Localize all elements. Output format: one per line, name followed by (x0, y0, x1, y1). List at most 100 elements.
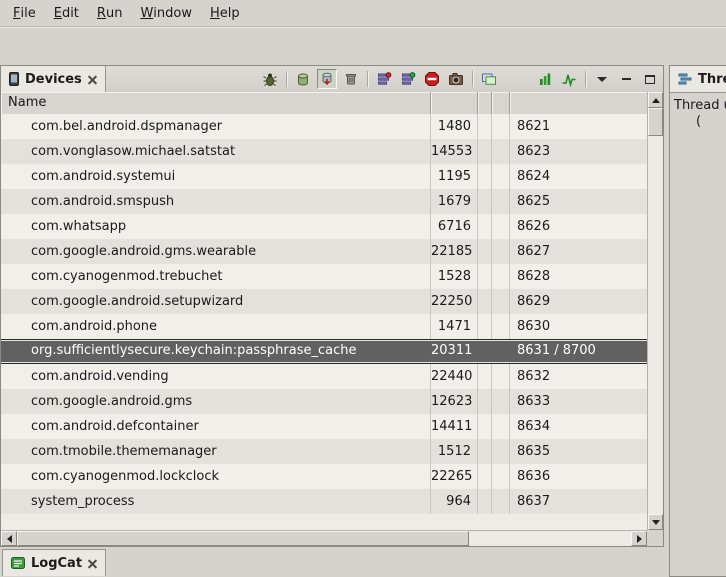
process-status-col2 (492, 414, 510, 439)
process-status-col2 (492, 364, 510, 389)
menu-run[interactable]: Run (88, 0, 132, 26)
process-row[interactable]: org.sufficientlysecure.keychain:passphra… (1, 339, 647, 364)
process-status-col1 (478, 139, 492, 164)
process-row[interactable]: com.cyanogenmod.lockclock 22265 8636 (1, 464, 647, 489)
tab-logcat[interactable]: LogCat (2, 549, 106, 576)
process-port: 8628 (510, 264, 647, 289)
view-menu-icon[interactable] (592, 69, 612, 89)
threads-message: Thread up ( (670, 93, 726, 135)
process-status-col2 (492, 389, 510, 414)
process-port: 8629 (510, 289, 647, 314)
process-row[interactable]: com.android.defcontainer 14411 8634 (1, 414, 647, 439)
process-name: com.android.systemui (1, 164, 431, 189)
column-header-pid[interactable] (431, 92, 478, 114)
dump-hprof-icon[interactable] (317, 69, 337, 89)
process-row[interactable]: com.google.android.gms.wearable 22185 86… (1, 239, 647, 264)
menu-file-mnemonic: F (13, 6, 20, 21)
process-row[interactable]: com.cyanogenmod.trebuchet 1528 8628 (1, 264, 647, 289)
vertical-scroll-thumb[interactable] (648, 108, 663, 136)
process-row[interactable]: com.whatsapp 6716 8626 (1, 214, 647, 239)
stop-process-icon[interactable] (422, 69, 442, 89)
process-status-col1 (478, 464, 492, 489)
process-status-col2 (492, 489, 510, 514)
process-row[interactable]: com.google.android.gms 12623 8633 (1, 389, 647, 414)
close-icon[interactable] (88, 559, 97, 568)
process-row[interactable]: com.bel.android.dspmanager 1480 8621 (1, 114, 647, 139)
threads-tab-bar: Threads (670, 66, 726, 93)
screen-capture-icon[interactable] (446, 69, 466, 89)
maximize-icon[interactable] (640, 69, 660, 89)
process-port: 8624 (510, 164, 647, 189)
threads-message-line2: ( (696, 114, 722, 130)
debug-process-icon[interactable] (260, 69, 280, 89)
scroll-left-icon[interactable] (1, 531, 17, 546)
process-status-col2 (492, 189, 510, 214)
devices-panel: Devices (0, 65, 664, 547)
update-heap-icon[interactable] (293, 69, 313, 89)
column-header-status1[interactable] (478, 92, 492, 114)
scroll-right-icon[interactable] (631, 531, 647, 546)
column-header-status2[interactable] (492, 92, 510, 114)
menu-run-rest: un (106, 6, 122, 21)
menu-window[interactable]: Window (131, 0, 201, 26)
cause-gc-icon[interactable] (341, 69, 361, 89)
menu-file[interactable]: File (4, 0, 45, 26)
process-row[interactable]: system_process 964 8637 (1, 489, 647, 514)
process-row[interactable]: com.android.smspush 1679 8625 (1, 189, 647, 214)
process-port: 8637 (510, 489, 647, 514)
vertical-scrollbar[interactable] (647, 92, 663, 530)
menu-edit-mnemonic: E (54, 6, 62, 21)
process-pid: 1679 (431, 189, 478, 214)
process-name: com.android.smspush (1, 189, 431, 214)
process-port: 8623 (510, 139, 647, 164)
process-row[interactable]: com.vonglasow.michael.satstat 14553 8623 (1, 139, 647, 164)
method-profiling-icon[interactable] (398, 69, 418, 89)
minimize-icon[interactable] (616, 69, 636, 89)
menu-edit[interactable]: Edit (45, 0, 88, 26)
process-row[interactable]: com.tmobile.thememanager 1512 8635 (1, 439, 647, 464)
close-icon[interactable] (88, 75, 97, 84)
image-viewer-icon[interactable] (479, 69, 499, 89)
menu-help-rest: elp (220, 6, 240, 21)
column-header-name[interactable]: Name (1, 92, 431, 114)
process-pid: 22185 (431, 239, 478, 264)
process-name: com.tmobile.thememanager (1, 439, 431, 464)
toolbar-separator (472, 71, 473, 87)
process-pid: 14553 (431, 139, 478, 164)
left-column: Devices (0, 65, 664, 577)
column-header-port[interactable] (510, 92, 647, 114)
horizontal-scroll-thumb[interactable] (17, 531, 469, 546)
process-pid: 1195 (431, 164, 478, 189)
tab-threads-label: Threads (698, 72, 726, 87)
process-status-col2 (492, 314, 510, 339)
process-row[interactable]: com.google.android.setupwizard 22250 862… (1, 289, 647, 314)
horizontal-scrollbar[interactable] (1, 530, 647, 546)
process-status-col2 (492, 139, 510, 164)
process-port: 8621 (510, 114, 647, 139)
menu-edit-rest: dit (62, 6, 79, 21)
tab-threads[interactable]: Threads (670, 66, 726, 92)
process-status-col2 (492, 114, 510, 139)
process-name: org.sufficientlysecure.keychain:passphra… (1, 340, 431, 363)
process-status-col1 (478, 340, 492, 363)
process-status-col2 (492, 264, 510, 289)
process-row[interactable]: com.android.phone 1471 8630 (1, 314, 647, 339)
process-row[interactable]: com.android.vending 22440 8632 (1, 364, 647, 389)
network-usage-icon[interactable] (559, 69, 579, 89)
process-pid: 14411 (431, 414, 478, 439)
process-table-body: com.bel.android.dspmanager 1480 8621 com… (1, 114, 647, 530)
scroll-up-icon[interactable] (648, 92, 663, 108)
update-threads-icon[interactable] (374, 69, 394, 89)
tab-devices[interactable]: Devices (1, 66, 106, 92)
process-port: 8626 (510, 214, 647, 239)
main-area: Devices (0, 65, 726, 577)
process-name: com.google.android.gms.wearable (1, 239, 431, 264)
process-status-col1 (478, 239, 492, 264)
menu-help[interactable]: Help (201, 0, 249, 26)
capture-trace-icon[interactable] (535, 69, 555, 89)
menu-run-mnemonic: R (97, 6, 106, 21)
process-row[interactable]: com.android.systemui 1195 8624 (1, 164, 647, 189)
threads-message-line1: Thread up (674, 98, 722, 114)
scroll-down-icon[interactable] (648, 514, 663, 530)
process-status-col1 (478, 114, 492, 139)
